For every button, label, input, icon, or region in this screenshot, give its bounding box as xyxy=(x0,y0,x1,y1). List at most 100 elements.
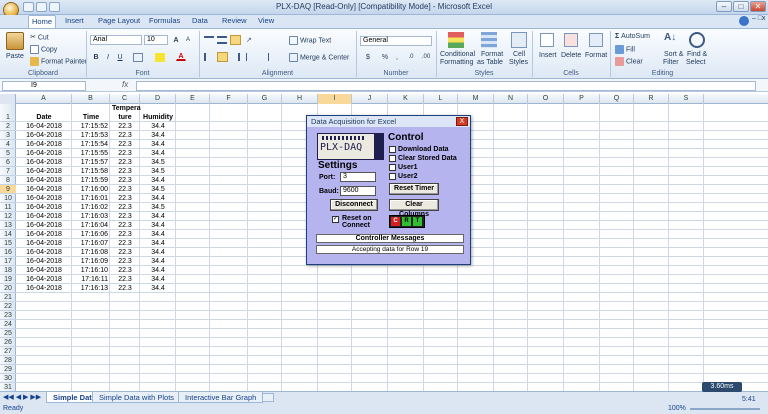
cell-time[interactable]: 17:15:58 xyxy=(72,167,110,176)
user2-checkbox[interactable] xyxy=(389,173,396,180)
help-icon[interactable] xyxy=(739,16,749,26)
cell-temperature[interactable]: 22.3 xyxy=(110,158,140,167)
decrease-indent-icon[interactable] xyxy=(246,53,256,61)
zoom-slider[interactable] xyxy=(690,408,760,410)
row-header-16[interactable]: 16 xyxy=(0,248,16,257)
cell-time[interactable]: 17:15:53 xyxy=(72,131,110,140)
row-header-19[interactable]: 19 xyxy=(0,275,16,284)
cell-date[interactable]: 16-04-2018 xyxy=(16,167,72,176)
cell-humidity[interactable]: 34.4 xyxy=(140,149,176,158)
cell-time[interactable]: 17:15:52 xyxy=(72,122,110,131)
row-header-1[interactable]: 1 xyxy=(0,104,16,122)
reset-timer-button[interactable]: Reset Timer xyxy=(389,183,439,195)
font-color-button[interactable]: A xyxy=(176,51,186,61)
tab-insert[interactable]: Insert xyxy=(63,15,86,28)
cell-humidity[interactable]: 34.4 xyxy=(140,122,176,131)
cell-humidity[interactable]: 34.4 xyxy=(140,239,176,248)
conditional-formatting-button[interactable]: Conditional xyxy=(440,51,475,58)
underline-button[interactable]: U xyxy=(115,52,125,62)
column-header-b[interactable]: B xyxy=(72,94,110,104)
column-header-q[interactable]: Q xyxy=(600,94,634,104)
find-select-icon[interactable] xyxy=(689,32,705,48)
paste-icon[interactable] xyxy=(6,32,24,50)
cell-time[interactable]: 17:16:02 xyxy=(72,203,110,212)
format-as-table-button[interactable]: Format xyxy=(481,51,503,58)
row-header-8[interactable]: 8 xyxy=(0,176,16,185)
format-painter-button[interactable]: Format Painter xyxy=(30,57,87,66)
decrease-decimal-button[interactable]: .00 xyxy=(419,52,433,62)
column-header-r[interactable]: R xyxy=(634,94,669,104)
column-header-a[interactable]: A xyxy=(16,94,72,104)
row-header-2[interactable]: 2 xyxy=(0,122,16,131)
tab-formulas[interactable]: Formulas xyxy=(147,15,182,28)
bold-button[interactable]: B xyxy=(91,52,101,62)
row-header-23[interactable]: 23 xyxy=(0,311,16,320)
cell-time[interactable]: 17:15:55 xyxy=(72,149,110,158)
cell-humidity[interactable]: 34.4 xyxy=(140,284,176,293)
cell-time[interactable]: 17:16:08 xyxy=(72,248,110,257)
maximize-button[interactable]: □ xyxy=(733,1,749,12)
cell-humidity[interactable]: 34.4 xyxy=(140,194,176,203)
cell-temperature[interactable]: 22.3 xyxy=(110,122,140,131)
row-header-7[interactable]: 7 xyxy=(0,167,16,176)
name-box[interactable]: I9 xyxy=(2,81,86,91)
row-header-11[interactable]: 11 xyxy=(0,203,16,212)
workbook-minimize-button[interactable]: – □ xyxy=(752,15,762,22)
cell-date[interactable]: 16-04-2018 xyxy=(16,176,72,185)
cell-time[interactable]: 17:16:09 xyxy=(72,257,110,266)
insert-cells-icon[interactable] xyxy=(540,33,554,47)
cell-time[interactable]: 17:16:04 xyxy=(72,221,110,230)
row-header-20[interactable]: 20 xyxy=(0,284,16,293)
row-header-15[interactable]: 15 xyxy=(0,239,16,248)
wrap-text-button[interactable]: Wrap Text xyxy=(289,36,331,45)
tab-review[interactable]: Review xyxy=(220,15,249,28)
close-button[interactable]: ✕ xyxy=(750,1,766,12)
cell-temperature[interactable]: 22.3 xyxy=(110,149,140,158)
row-header-13[interactable]: 13 xyxy=(0,221,16,230)
row-header-14[interactable]: 14 xyxy=(0,230,16,239)
cell-date[interactable]: 16-04-2018 xyxy=(16,284,72,293)
autosum-button[interactable]: Σ AutoSum xyxy=(615,33,650,40)
cell-humidity[interactable]: 34.5 xyxy=(140,158,176,167)
dialog-close-button[interactable]: X xyxy=(456,117,468,126)
align-bottom-icon[interactable] xyxy=(230,35,241,45)
cell-date[interactable]: 16-04-2018 xyxy=(16,248,72,257)
cell-time[interactable]: 17:16:11 xyxy=(72,275,110,284)
row-header-5[interactable]: 5 xyxy=(0,149,16,158)
port-select[interactable]: 3 xyxy=(340,172,376,182)
cell-date[interactable]: 16-04-2018 xyxy=(16,158,72,167)
column-header-p[interactable]: P xyxy=(564,94,600,104)
cell-temperature[interactable]: 22.3 xyxy=(110,266,140,275)
orientation-icon[interactable]: ↗ xyxy=(246,36,258,44)
cell-styles-button[interactable]: Cell xyxy=(513,51,525,58)
tab-page-layout[interactable]: Page Layout xyxy=(96,15,142,28)
cell-time[interactable]: 17:16:01 xyxy=(72,194,110,203)
cell-date[interactable]: 16-04-2018 xyxy=(16,185,72,194)
header-date[interactable]: Date xyxy=(16,113,72,122)
clear-button[interactable]: Clear xyxy=(615,57,643,66)
cell-date[interactable]: 16-04-2018 xyxy=(16,257,72,266)
cell-humidity[interactable]: 34.4 xyxy=(140,140,176,149)
cell-temperature[interactable]: 22.3 xyxy=(110,284,140,293)
header-temperature[interactable]: Tempera xyxy=(110,104,141,113)
number-format-select[interactable]: General xyxy=(360,36,432,46)
cell-temperature[interactable]: 22.3 xyxy=(110,257,140,266)
row-header-29[interactable]: 29 xyxy=(0,365,16,374)
cell-time[interactable]: 17:16:03 xyxy=(72,212,110,221)
column-header-l[interactable]: L xyxy=(424,94,458,104)
row-header-17[interactable]: 17 xyxy=(0,257,16,266)
cell-temperature[interactable]: 22.3 xyxy=(110,131,140,140)
delete-cells-icon[interactable] xyxy=(564,33,578,47)
format-as-table-icon[interactable] xyxy=(481,32,497,48)
row-header-26[interactable]: 26 xyxy=(0,338,16,347)
disconnect-button[interactable]: Disconnect xyxy=(330,199,378,211)
sheet-tab-simple-data-plots[interactable]: Simple Data with Plots xyxy=(92,392,182,403)
minimize-button[interactable]: – xyxy=(716,1,732,12)
tab-data[interactable]: Data xyxy=(190,15,210,28)
increase-indent-icon[interactable] xyxy=(259,53,269,61)
select-all-button[interactable] xyxy=(0,94,16,104)
cell-temperature[interactable]: 22.3 xyxy=(110,212,140,221)
cell-temperature[interactable]: 22.3 xyxy=(110,176,140,185)
cell-humidity[interactable]: 34.4 xyxy=(140,230,176,239)
fill-color-icon[interactable] xyxy=(155,53,165,62)
